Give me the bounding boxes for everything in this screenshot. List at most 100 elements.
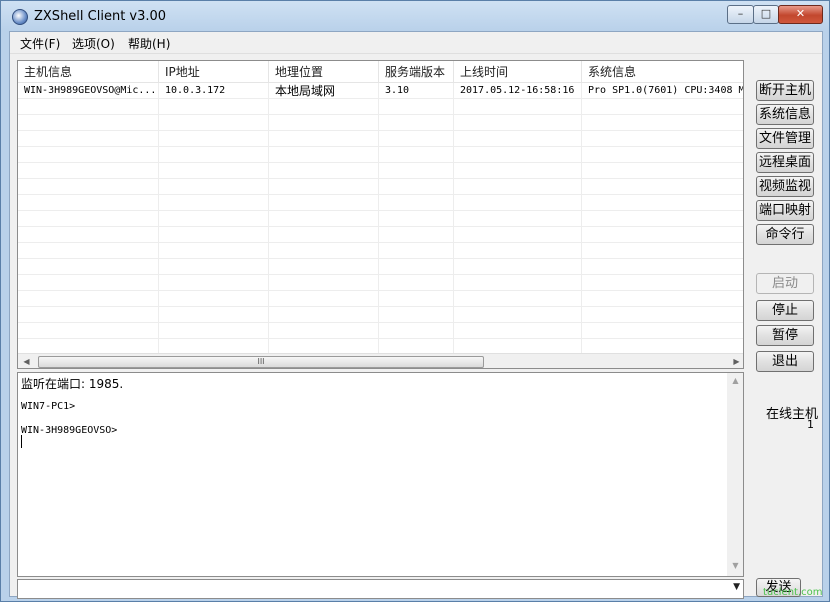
grid-line [378, 243, 379, 259]
grid-line [378, 163, 379, 179]
grid-line [158, 243, 159, 259]
empty-table-row [18, 115, 743, 131]
grid-line [268, 259, 269, 275]
minimize-button[interactable]: – [727, 5, 754, 24]
grid-line [268, 99, 269, 115]
grid-line [158, 275, 159, 291]
close-button[interactable]: ✕ [778, 5, 823, 24]
grid-line [158, 99, 159, 115]
cell-online-time: 2017.05.12-16:58:16 [454, 83, 582, 99]
grid-line [581, 259, 582, 275]
exit-button[interactable]: 退出 [756, 351, 814, 372]
grid-line [268, 211, 269, 227]
host-list[interactable]: 主机信息 IP地址 地理位置 服务端版本 上线时间 系统信息 WIN-3H989… [17, 60, 744, 369]
grid-line [268, 323, 269, 339]
column-header-ip[interactable]: IP地址 [159, 61, 269, 83]
table-row[interactable]: WIN-3H989GEOVSO@Mic... 10.0.3.172 本地局域网 … [18, 83, 743, 99]
grid-line [581, 195, 582, 211]
online-hosts-count: 1 [807, 418, 814, 431]
menu-options[interactable]: 选项(O) [72, 35, 115, 52]
host-list-rows: WIN-3H989GEOVSO@Mic... 10.0.3.172 本地局域网 … [18, 83, 743, 355]
grid-line [581, 211, 582, 227]
grid-line [581, 275, 582, 291]
empty-table-row [18, 259, 743, 275]
scroll-left-icon[interactable]: ◀ [18, 354, 35, 368]
scroll-right-icon[interactable]: ▶ [728, 354, 743, 368]
file-manager-button[interactable]: 文件管理 [756, 128, 814, 149]
vertical-scrollbar[interactable]: ▲ ▼ [727, 373, 743, 576]
grid-line [158, 163, 159, 179]
menu-help[interactable]: 帮助(H) [128, 35, 170, 52]
grid-line [453, 99, 454, 115]
grid-line [158, 291, 159, 307]
grid-line [268, 307, 269, 323]
scroll-up-icon[interactable]: ▲ [727, 373, 743, 389]
grid-line [581, 323, 582, 339]
grid-line [268, 131, 269, 147]
cell-host: WIN-3H989GEOVSO@Mic... [18, 83, 159, 99]
pause-button[interactable]: 暂停 [756, 325, 814, 346]
grid-line [268, 195, 269, 211]
column-header-location[interactable]: 地理位置 [269, 61, 379, 83]
empty-table-row [18, 147, 743, 163]
start-button[interactable]: 启动 [756, 273, 814, 294]
grid-line [453, 163, 454, 179]
horizontal-scrollbar[interactable]: ◀ III ▶ [18, 353, 743, 368]
column-header-host[interactable]: 主机信息 [18, 61, 159, 83]
grid-line [581, 115, 582, 131]
port-map-button[interactable]: 端口映射 [756, 200, 814, 221]
grid-line [581, 163, 582, 179]
grid-line [268, 275, 269, 291]
grid-line [453, 323, 454, 339]
grid-line [581, 291, 582, 307]
grid-line [378, 259, 379, 275]
grid-line [378, 195, 379, 211]
grid-line [581, 99, 582, 115]
grid-line [158, 259, 159, 275]
column-header-version[interactable]: 服务端版本 [379, 61, 454, 83]
watermark: tuclent.com [763, 587, 823, 598]
video-monitor-button[interactable]: 视频监视 [756, 176, 814, 197]
disconnect-button[interactable]: 断开主机 [756, 80, 814, 101]
grid-line [453, 195, 454, 211]
grid-line [453, 131, 454, 147]
console-line: 监听在端口: 1985. [21, 377, 124, 391]
grid-line [158, 147, 159, 163]
column-header-sysinfo[interactable]: 系统信息 [582, 61, 743, 83]
grid-line [453, 291, 454, 307]
console-output[interactable]: 监听在端口: 1985. WIN7-PC1> WIN-3H989GEOVSO> … [17, 372, 744, 577]
grid-line [378, 227, 379, 243]
maximize-button[interactable]: □ [753, 5, 779, 24]
empty-table-row [18, 291, 743, 307]
sysinfo-button[interactable]: 系统信息 [756, 104, 814, 125]
command-input[interactable]: ▼ [17, 579, 744, 599]
chevron-down-icon[interactable]: ▼ [733, 582, 740, 592]
menu-file[interactable]: 文件(F) [20, 35, 60, 52]
grid-line [158, 115, 159, 131]
scrollbar-thumb[interactable]: III [38, 356, 484, 368]
grid-line [268, 179, 269, 195]
grid-line [378, 147, 379, 163]
grid-line [158, 211, 159, 227]
grid-line [378, 99, 379, 115]
empty-table-row [18, 195, 743, 211]
app-window: ZXShell Client v3.00 – □ ✕ 文件(F) 选项(O) 帮… [0, 0, 830, 602]
scroll-down-icon[interactable]: ▼ [727, 558, 743, 574]
column-header-online-time[interactable]: 上线时间 [454, 61, 582, 83]
command-line-button[interactable]: 命令行 [756, 224, 814, 245]
empty-table-row [18, 99, 743, 115]
grid-line [453, 115, 454, 131]
client-area: 文件(F) 选项(O) 帮助(H) 主机信息 IP地址 地理位置 服务端版本 上… [9, 31, 823, 599]
host-list-header: 主机信息 IP地址 地理位置 服务端版本 上线时间 系统信息 [18, 61, 743, 83]
grid-line [268, 163, 269, 179]
title-bar[interactable]: ZXShell Client v3.00 – □ ✕ [1, 1, 829, 31]
console-line: WIN7-PC1> [21, 401, 76, 412]
grid-line [378, 275, 379, 291]
remote-desktop-button[interactable]: 远程桌面 [756, 152, 814, 173]
grid-line [453, 259, 454, 275]
cell-location: 本地局域网 [269, 83, 379, 99]
grid-line [581, 179, 582, 195]
cell-sysinfo: Pro SP1.0(7601) CPU:3408 M [582, 83, 743, 99]
stop-button[interactable]: 停止 [756, 300, 814, 321]
empty-table-row [18, 163, 743, 179]
